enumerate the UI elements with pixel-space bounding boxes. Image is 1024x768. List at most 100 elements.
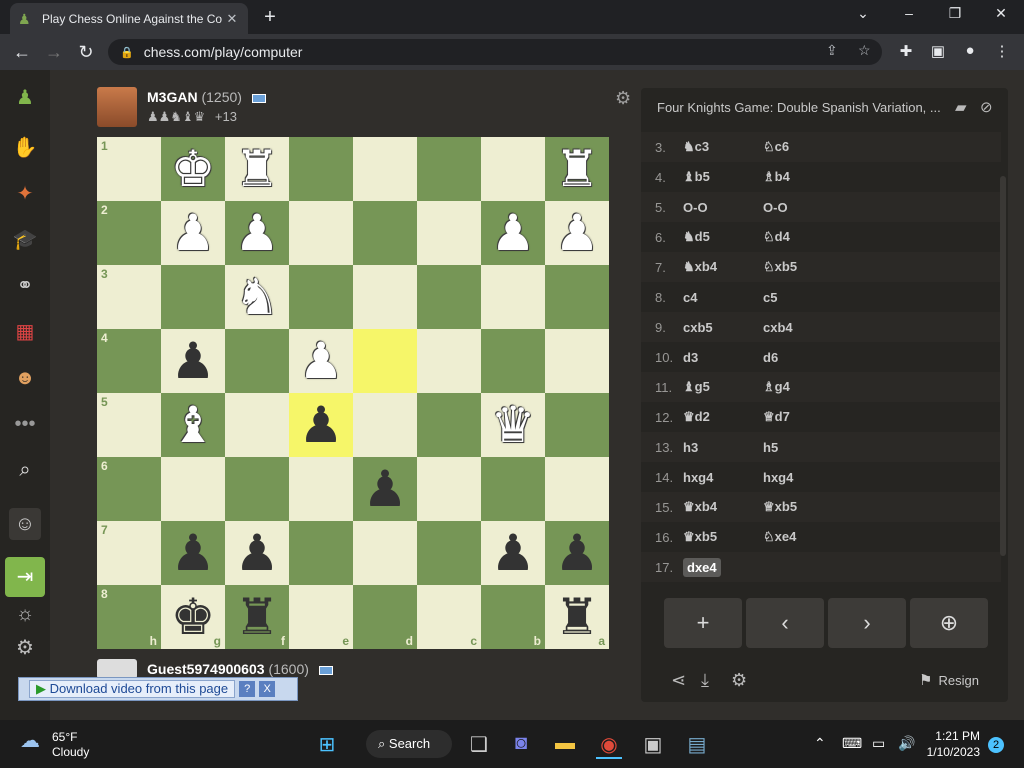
analysis-button[interactable]: ⊕ [910,598,988,648]
board-square[interactable] [289,137,353,201]
board-square[interactable]: ♟ [545,201,609,265]
board-square[interactable] [353,521,417,585]
board-square[interactable]: 8h [97,585,161,649]
black-pawn-piece[interactable]: ♟ [299,397,344,453]
black-move[interactable]: ♘c6 [763,139,843,155]
black-pawn-piece[interactable]: ♟ [555,525,600,581]
board-square[interactable]: ♚ [161,137,225,201]
chess-com-logo-icon[interactable]: ♟ [9,82,41,114]
board-square[interactable] [545,265,609,329]
share-icon[interactable]: ⋖ [671,670,686,691]
board-square[interactable] [353,393,417,457]
next-move-button[interactable]: › [828,598,906,648]
black-move[interactable]: ♕d7 [763,409,843,425]
board-square[interactable] [481,329,545,393]
close-tab-icon[interactable]: ✕ [224,11,240,27]
board-square[interactable]: a ♜ [545,585,609,649]
chat-icon[interactable]: ◙ [508,732,534,755]
previous-move-button[interactable]: ‹ [746,598,824,648]
black-move[interactable]: ♘xb5 [763,259,843,275]
white-knight-piece[interactable]: ♞ [235,269,280,325]
board-square[interactable]: ♟ [225,521,289,585]
white-move[interactable]: ♝b5 [683,169,763,185]
download-icon[interactable]: ⤓ [701,670,709,691]
keyboard-icon[interactable]: ⌨ [842,735,862,752]
board-square[interactable]: ♟ [545,521,609,585]
settings-gear-icon[interactable]: ⚙ [731,670,747,691]
social-icon[interactable]: ☻ [9,362,41,394]
close-window-button[interactable]: ✕ [986,5,1016,22]
tab-search-icon[interactable]: ⌄ [848,5,878,22]
board-square[interactable] [417,137,481,201]
white-pawn-piece[interactable]: ♟ [299,333,344,389]
board-square[interactable]: ♜ [225,137,289,201]
board-square[interactable]: ♟ [481,201,545,265]
search-icon[interactable]: ⌕ [9,454,41,486]
board-square[interactable]: ♛ [481,393,545,457]
black-pawn-piece[interactable]: ♟ [363,461,408,517]
board-square[interactable] [353,329,417,393]
forward-button[interactable]: → [42,40,66,64]
white-queen-piece[interactable]: ♛ [491,397,536,453]
board-square[interactable] [481,265,545,329]
white-pawn-piece[interactable]: ♟ [491,205,536,261]
white-bishop-piece[interactable]: ♝ [171,397,216,453]
board-square[interactable]: d [353,585,417,649]
minimize-button[interactable]: – [894,5,924,21]
restore-button[interactable]: ❐ [940,5,970,22]
volume-icon[interactable]: 🔊 [898,735,915,752]
white-move[interactable]: hxg4 [683,470,763,485]
black-move[interactable]: h5 [763,440,843,455]
watch-icon[interactable]: ⚭ [9,270,41,302]
board-square[interactable]: 1 [97,137,161,201]
share-icon[interactable]: ⇪ [826,42,838,59]
board-square[interactable] [545,393,609,457]
board-square[interactable] [417,329,481,393]
black-rook-piece[interactable]: ♜ [555,589,600,645]
white-pawn-piece[interactable]: ♟ [171,205,216,261]
move-list-scrollbar[interactable] [1000,176,1006,556]
explorer-icon[interactable]: ⊘ [980,98,993,116]
board-square[interactable]: ♞ [225,265,289,329]
board-square[interactable]: ♟ [161,201,225,265]
board-square[interactable]: 6 [97,457,161,521]
settings-icon[interactable]: ⚙ [9,632,41,664]
white-move[interactable]: dxe4 [683,557,763,577]
extensions-icon[interactable]: ✚ [896,42,916,60]
board-square[interactable] [161,265,225,329]
black-move[interactable]: c5 [763,290,843,305]
board-square[interactable]: ♟ [161,521,225,585]
white-king-piece[interactable]: ♚ [171,141,216,197]
white-move[interactable]: c4 [683,290,763,305]
board-square[interactable] [545,329,609,393]
black-pawn-piece[interactable]: ♟ [171,333,216,389]
black-move[interactable]: ♕xb5 [763,499,843,515]
resign-button[interactable]: ⚑ Resign [919,671,979,689]
black-move[interactable]: ♘d4 [763,229,843,245]
board-square[interactable]: ♟ [481,521,545,585]
white-move[interactable]: O-O [683,200,763,215]
black-pawn-piece[interactable]: ♟ [491,525,536,581]
board-square[interactable] [161,457,225,521]
board-square[interactable]: e [289,585,353,649]
board-square[interactable]: 3 [97,265,161,329]
board-square[interactable] [417,521,481,585]
chrome-icon[interactable]: ◉ [596,732,622,759]
address-bar[interactable]: 🔒 chess.com/play/computer ⇪ ☆ [108,39,882,65]
board-square[interactable] [225,329,289,393]
file-explorer-icon[interactable]: ▬ [552,732,578,755]
back-button[interactable]: ← [10,40,34,64]
board-square[interactable]: ♟ [225,201,289,265]
more-icon[interactable]: ••• [9,408,41,440]
white-move[interactable]: h3 [683,440,763,455]
black-move[interactable]: cxb4 [763,320,843,335]
board-square[interactable] [417,201,481,265]
board-square[interactable]: ♜ [545,137,609,201]
board-square[interactable] [353,201,417,265]
board-square[interactable]: ♟ [289,393,353,457]
board-square[interactable]: 4 [97,329,161,393]
reload-button[interactable]: ↻ [74,40,98,64]
download-video-button[interactable]: ▶ Download video from this page [29,680,236,698]
board-square[interactable] [481,457,545,521]
close-button[interactable]: X [259,681,276,697]
